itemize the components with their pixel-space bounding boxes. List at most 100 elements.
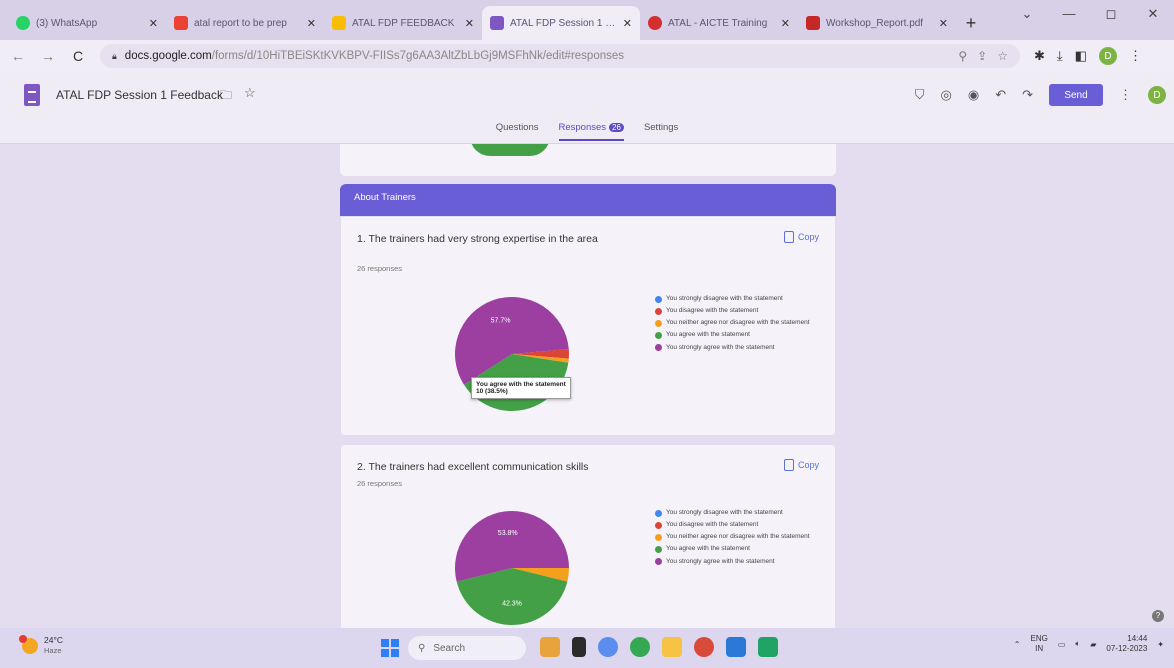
new-tab-button[interactable]: + (956, 6, 986, 40)
windows-start-icon[interactable] (381, 639, 399, 657)
pie-slice-label: 57.7% (491, 318, 511, 325)
browser-tab-whatsapp[interactable]: (3) WhatsApp ✕ (8, 6, 166, 40)
tab-questions[interactable]: Questions (496, 122, 539, 141)
copy-label: Copy (797, 460, 819, 470)
back-arrow-icon[interactable]: ← (10, 48, 26, 64)
share-icon[interactable]: ⇪ (977, 49, 987, 63)
battery-icon[interactable]: ▰ (1090, 640, 1096, 649)
copy-chart-button[interactable]: Copy (783, 459, 819, 471)
form-header-actions: ⛉ ◎ ◉ ↶ ↷ Send ⋮ D (915, 84, 1166, 106)
outlook-icon[interactable] (726, 637, 746, 657)
forms-header: ATAL FDP Session 1 Feedback 🗀︎ ☆ ⛉ ◎ ◉ ↶… (0, 72, 1174, 144)
preview-eye-icon[interactable]: ◉ (968, 87, 979, 103)
tab-search-icon[interactable]: ⌄ (1006, 6, 1048, 22)
legend-item[interactable]: You strongly agree with the statement (655, 558, 815, 566)
more-options-icon[interactable]: ⋮ (1119, 87, 1132, 103)
star-icon[interactable]: ☆ (244, 85, 256, 101)
legend-label: You strongly disagree with the statement (666, 295, 783, 302)
widgets-app-icon[interactable] (540, 637, 560, 657)
file-explorer-icon[interactable] (662, 637, 682, 657)
forward-arrow-icon[interactable]: → (40, 48, 56, 64)
browser-tab-aicte[interactable]: ATAL - AICTE Training ✕ (640, 6, 798, 40)
tab-responses[interactable]: Responses 26 (558, 122, 624, 141)
close-tab-icon[interactable]: ✕ (623, 17, 632, 30)
account-avatar[interactable]: D (1148, 86, 1166, 104)
clock[interactable]: 14:44 07-12-2023 (1106, 634, 1147, 654)
pdf-icon (806, 16, 820, 30)
copy-icon (783, 459, 794, 471)
pie-chart[interactable]: 42.3% 53.8% (453, 509, 571, 627)
form-title[interactable]: ATAL FDP Session 1 Feedback (56, 88, 223, 102)
close-tab-icon[interactable]: ✕ (781, 17, 790, 30)
chrome-icon[interactable] (630, 637, 650, 657)
aicte-icon (648, 16, 662, 30)
legend-swatch (655, 344, 662, 351)
help-icon[interactable]: ? (1152, 610, 1164, 622)
legend-swatch (655, 331, 662, 339)
legend-item[interactable]: You strongly disagree with the statement (655, 509, 815, 517)
google-forms-icon[interactable] (24, 84, 40, 106)
lock-icon: 🔒︎ (112, 50, 117, 61)
undo-icon[interactable]: ↶ (995, 87, 1006, 103)
responses-content[interactable]: About Trainers 1. The trainers had very … (0, 144, 1174, 628)
responses-count-badge: 26 (609, 123, 624, 132)
tray-chevron-icon[interactable]: ⌃ (1014, 640, 1021, 649)
browser-menu-icon[interactable]: ⋮ (1129, 48, 1142, 64)
network-icon[interactable]: ▭ (1058, 640, 1066, 649)
legend-swatch (655, 295, 662, 303)
clock-date: 07-12-2023 (1106, 644, 1148, 653)
tab-settings[interactable]: Settings (644, 122, 678, 141)
legend-item[interactable]: You neither agree nor disagree with the … (655, 319, 815, 327)
palette-icon[interactable]: ◎ (941, 87, 952, 103)
close-window-button[interactable]: ✕ (1132, 6, 1174, 22)
legend-item[interactable]: You disagree with the statement (655, 307, 815, 315)
close-tab-icon[interactable]: ✕ (307, 17, 316, 30)
notification-icon[interactable]: ✦ (1157, 640, 1164, 649)
chat-app-icon[interactable] (598, 637, 618, 657)
legend-item[interactable]: You strongly agree with the statement (655, 344, 815, 352)
redo-icon[interactable]: ↷ (1022, 87, 1033, 103)
browser-tab-drive[interactable]: ATAL FDP FEEDBACK ✕ (324, 6, 482, 40)
question-card: 1. The trainers had very strong expertis… (340, 216, 836, 436)
url-host: docs.google.com (124, 50, 212, 62)
zoom-icon[interactable]: ⚲ (958, 49, 967, 63)
close-tab-icon[interactable]: ✕ (465, 17, 474, 30)
minimize-button[interactable]: — (1048, 6, 1090, 22)
send-button[interactable]: Send (1049, 84, 1103, 106)
taskbar-search-box[interactable]: ⚲ Search (408, 636, 526, 660)
legend-swatch (655, 533, 662, 541)
file-app-icon[interactable] (572, 637, 586, 657)
legend-item[interactable]: You strongly disagree with the statement (655, 295, 815, 303)
close-tab-icon[interactable]: ✕ (149, 17, 158, 30)
move-to-folder-icon[interactable]: 🗀︎ (220, 86, 232, 107)
legend-item[interactable]: You disagree with the statement (655, 521, 815, 529)
legend-label: You strongly disagree with the statement (666, 509, 783, 516)
copy-chart-button[interactable]: Copy (783, 231, 819, 243)
bookmark-star-icon[interactable]: ☆ (997, 49, 1008, 63)
volume-icon[interactable]: 🔈︎ (1075, 639, 1080, 649)
office-app-icon[interactable] (694, 637, 714, 657)
excel-icon[interactable] (758, 637, 778, 657)
legend-item[interactable]: You agree with the statement (655, 331, 815, 339)
language-indicator[interactable]: ENG IN (1031, 634, 1048, 653)
tab-responses-label: Responses (558, 122, 607, 133)
section-title: About Trainers (354, 192, 416, 203)
question-card: 2. The trainers had excellent communicat… (340, 444, 836, 628)
reload-icon[interactable]: C (70, 48, 86, 64)
legend-item[interactable]: You agree with the statement (655, 545, 815, 553)
search-icon: ⚲ (418, 642, 426, 654)
browser-tab-gmail[interactable]: atal report to be prep ✕ (166, 6, 324, 40)
browser-tab-forms[interactable]: ATAL FDP Session 1 Fe ✕ (482, 6, 640, 40)
maximize-button[interactable]: ◻ (1090, 6, 1132, 22)
download-icon[interactable]: ⤓ (1057, 48, 1063, 64)
address-bar[interactable]: 🔒︎ docs.google.com/forms/d/10HiTBEiSKtKV… (100, 44, 1020, 68)
sidebar-icon[interactable]: ◧ (1075, 48, 1087, 64)
addon-icon[interactable]: ⛉ (915, 87, 925, 103)
browser-tab-pdf[interactable]: Workshop_Report.pdf ✕ (798, 6, 956, 40)
extensions-icon[interactable]: ✱ (1034, 48, 1045, 64)
taskbar-search-placeholder: Search (433, 642, 466, 654)
close-tab-icon[interactable]: ✕ (939, 17, 948, 30)
weather-widget[interactable]: 24°C Haze (19, 634, 63, 656)
legend-item[interactable]: You neither agree nor disagree with the … (655, 533, 815, 541)
browser-profile-avatar[interactable]: D (1098, 47, 1117, 65)
